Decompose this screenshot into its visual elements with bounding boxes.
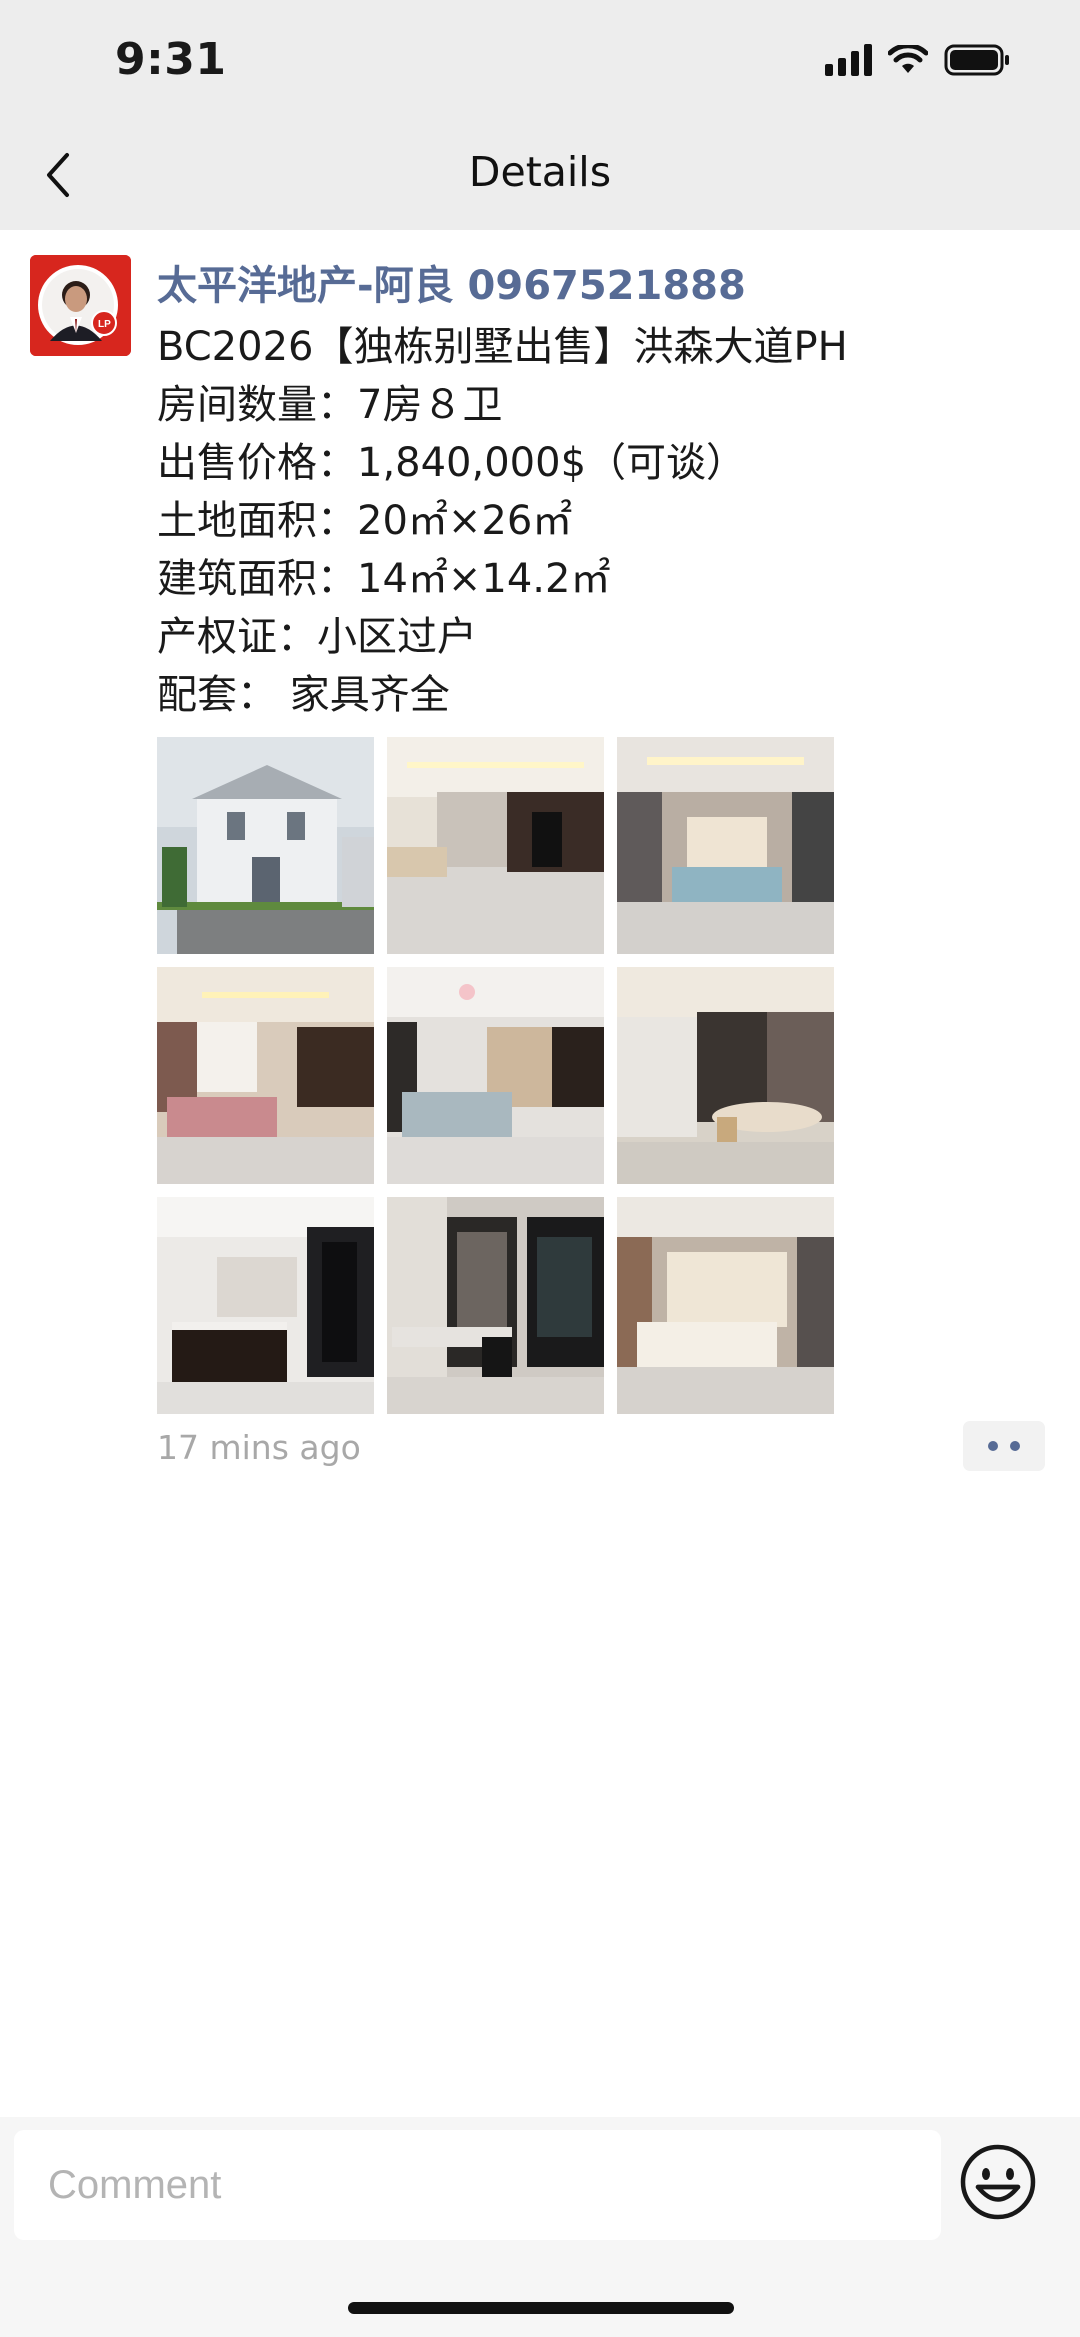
photo-kitchen[interactable] bbox=[157, 1197, 374, 1414]
wifi-icon bbox=[888, 45, 928, 75]
agent-photo-icon: LP bbox=[30, 255, 131, 356]
post-timestamp: 17 mins ago bbox=[157, 1428, 361, 1467]
post-line-title: BC2026【独栋别墅出售】洪森大道PH bbox=[157, 324, 848, 370]
photo-bedroom-cream[interactable] bbox=[617, 1197, 834, 1414]
post-line-price: 出售价格：1,840,000$（可谈） bbox=[157, 440, 747, 486]
smiley-face-icon bbox=[960, 2144, 1036, 2220]
post-line-title-deed: 产权证：小区过户 bbox=[157, 614, 477, 660]
comment-input[interactable] bbox=[14, 2130, 941, 2240]
page-title: Details bbox=[468, 148, 612, 196]
author-name-link[interactable]: 太平洋地产-阿良 0967521888 bbox=[157, 253, 746, 311]
cellular-signal-icon bbox=[825, 44, 872, 76]
photo-villa-exterior[interactable] bbox=[157, 737, 374, 954]
dot-icon bbox=[1010, 1441, 1020, 1451]
photo-bedroom-pink[interactable] bbox=[157, 967, 374, 1184]
status-time: 9:31 bbox=[115, 34, 227, 85]
more-actions-button[interactable] bbox=[963, 1421, 1045, 1471]
home-indicator bbox=[348, 2302, 734, 2314]
comment-bar bbox=[0, 2117, 1080, 2337]
post-line-land-area: 土地面积：20㎡×26㎡ bbox=[157, 498, 573, 544]
photo-dining-room[interactable] bbox=[617, 967, 834, 1184]
photo-living-room[interactable] bbox=[387, 737, 604, 954]
status-icons bbox=[825, 40, 1010, 80]
post-line-building-area: 建筑面积：14㎡×14.2㎡ bbox=[157, 556, 611, 602]
battery-icon bbox=[944, 44, 1010, 76]
photo-grid bbox=[157, 737, 834, 1414]
top-header: 9:31 Details bbox=[0, 0, 1080, 230]
photo-study-room[interactable] bbox=[387, 1197, 604, 1414]
post-line-amenities: 配套： 家具齐全 bbox=[157, 672, 450, 718]
post-content: BC2026【独栋别墅出售】洪森大道PH 房间数量：7房８卫 出售价格：1,84… bbox=[157, 318, 1037, 724]
post-line-rooms: 房间数量：7房８卫 bbox=[157, 382, 503, 428]
dot-icon bbox=[988, 1441, 998, 1451]
emoji-button[interactable] bbox=[958, 2142, 1038, 2222]
photo-bedroom-desk[interactable] bbox=[387, 967, 604, 1184]
photo-bedroom-grey[interactable] bbox=[617, 737, 834, 954]
avatar[interactable]: LP bbox=[30, 255, 131, 356]
svg-text:LP: LP bbox=[98, 319, 111, 330]
